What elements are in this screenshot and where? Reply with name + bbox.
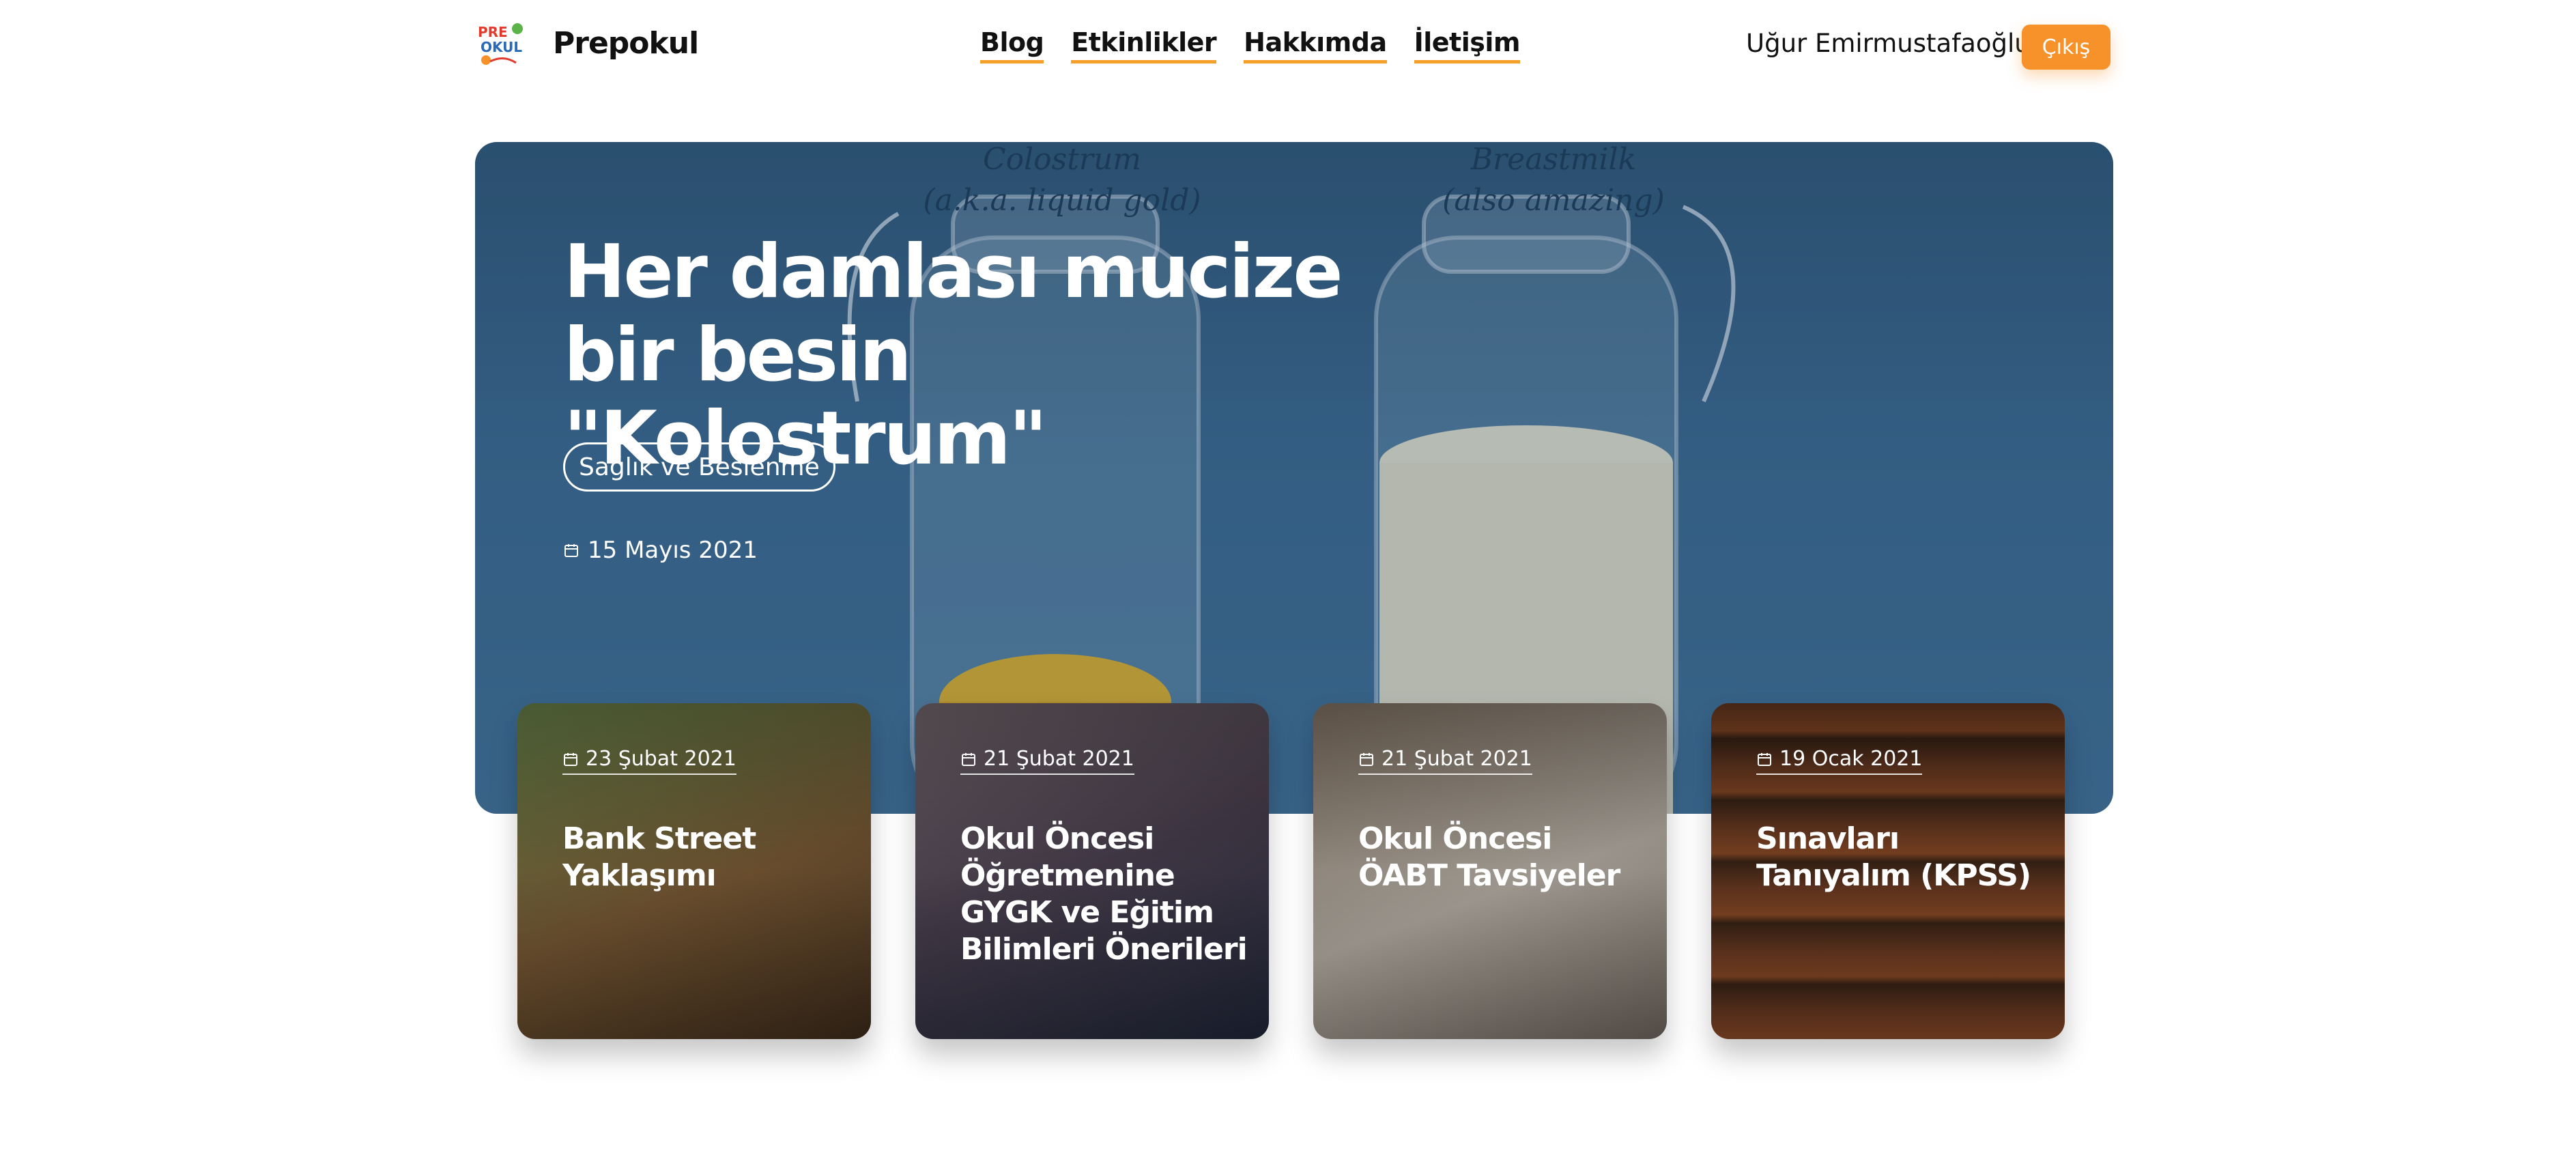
card-date-text: 21 Şubat 2021 <box>984 747 1134 771</box>
card-title[interactable]: Sınavları Tanıyalım (KPSS) <box>1756 821 2043 894</box>
post-card[interactable]: 21 Şubat 2021 Okul Öncesi Öğretmenine GY… <box>915 703 1269 1039</box>
top-header: PRE OKUL Prepokul Blog Etkinlikler Hakkı… <box>0 0 2576 96</box>
card-title[interactable]: Okul Öncesi ÖABT Tavsiyeler <box>1358 821 1645 894</box>
card-title[interactable]: Okul Öncesi Öğretmenine GYGK ve Eğitim B… <box>960 821 1248 968</box>
calendar-icon <box>564 544 578 557</box>
card-date: 21 Şubat 2021 <box>1358 747 1532 775</box>
nav-blog[interactable]: Blog <box>980 27 1044 63</box>
main-nav: Blog Etkinlikler Hakkımda İletişim <box>980 27 1520 63</box>
post-card[interactable]: 19 Ocak 2021 Sınavları Tanıyalım (KPSS) <box>1711 703 2065 1039</box>
calendar-icon <box>962 752 975 766</box>
post-card[interactable]: 23 Şubat 2021 Bank Street Yaklaşımı <box>517 703 871 1039</box>
calendar-icon <box>564 752 577 766</box>
svg-text:OKUL: OKUL <box>481 39 522 55</box>
hero-date-text: 15 Mayıs 2021 <box>588 537 758 564</box>
nav-iletisim[interactable]: İletişim <box>1414 27 1520 63</box>
card-date: 21 Şubat 2021 <box>960 747 1134 775</box>
calendar-icon <box>1758 752 1771 766</box>
card-date-text: 23 Şubat 2021 <box>586 747 736 771</box>
logout-button[interactable]: Çıkış <box>2022 25 2110 70</box>
svg-text:PRE: PRE <box>478 24 508 40</box>
card-date: 23 Şubat 2021 <box>562 747 736 775</box>
card-date-text: 19 Ocak 2021 <box>1779 747 1923 771</box>
nav-etkinlikler[interactable]: Etkinlikler <box>1071 27 1217 63</box>
nav-hakkimda[interactable]: Hakkımda <box>1244 27 1387 63</box>
card-date: 19 Ocak 2021 <box>1756 747 1923 775</box>
category-pill[interactable]: Sağlık ve Beslenme <box>563 442 835 492</box>
post-card[interactable]: 21 Şubat 2021 Okul Öncesi ÖABT Tavsiyele… <box>1313 703 1667 1039</box>
user-name[interactable]: Uğur Emirmustafaoğlu <box>1746 29 2031 58</box>
card-date-text: 21 Şubat 2021 <box>1382 747 1532 771</box>
brand-name[interactable]: Prepokul <box>553 26 699 61</box>
card-title[interactable]: Bank Street Yaklaşımı <box>562 821 849 894</box>
hero-date: 15 Mayıs 2021 <box>563 537 758 564</box>
prepokul-logo[interactable]: PRE OKUL <box>476 20 528 68</box>
calendar-icon <box>1360 752 1373 766</box>
